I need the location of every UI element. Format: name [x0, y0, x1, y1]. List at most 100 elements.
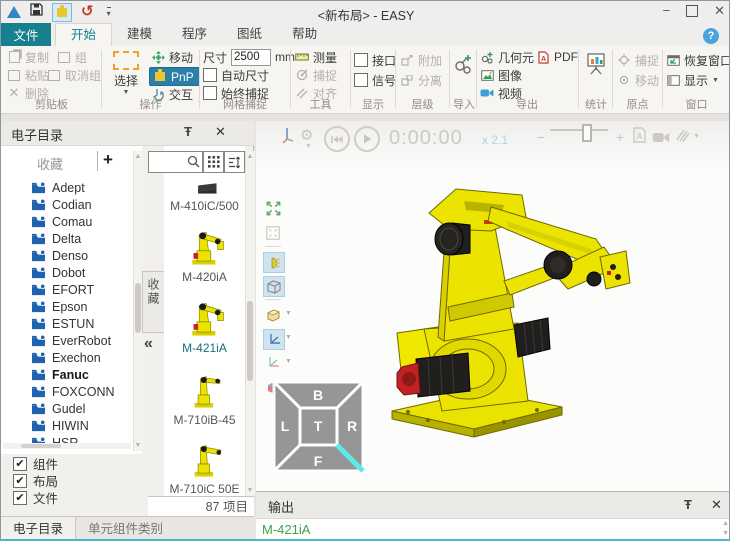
output-pin-icon[interactable]: Ŧ — [684, 497, 692, 512]
select-button[interactable]: 选择 ▼ — [105, 47, 147, 96]
group-button[interactable]: 组 — [57, 49, 87, 65]
tab-catalog[interactable]: 电子目录 — [1, 517, 76, 541]
auto-size-checkbox[interactable]: 自动尺寸 — [203, 67, 269, 83]
group-statistics: 统计 — [580, 46, 612, 113]
ungroup-button[interactable]: 取消组 — [47, 67, 101, 83]
export-geometry-button[interactable]: 几何元 — [480, 49, 534, 65]
tree-item[interactable]: EverRobot — [31, 332, 133, 349]
folder-icon — [31, 181, 46, 194]
tree-horizontal-scrollbar[interactable] — [3, 443, 131, 449]
robot-model-fanuc-m421ia[interactable] — [256, 121, 730, 491]
favorites-side-tab[interactable]: 收藏 — [142, 271, 165, 333]
group-tools: 测量 捕捉 对齐 工具 — [292, 46, 349, 113]
tree-item[interactable]: Comau — [31, 213, 133, 230]
output-title: 输出 — [268, 497, 294, 516]
group-grid-snap: 尺寸 mm 自动尺寸 始终捕捉 网格捕捉 — [201, 46, 289, 113]
filter-files-checkbox[interactable]: 文件 — [13, 488, 58, 507]
tab-drawing[interactable]: 图纸 — [222, 23, 277, 45]
copy-button[interactable]: 复制 — [7, 49, 49, 65]
list-item[interactable]: M-710iB-45 — [164, 365, 245, 427]
robot-thumbnail — [179, 365, 231, 411]
tab-file[interactable]: 文件 — [1, 23, 51, 46]
group-origin: 捕捉 移动 原点 — [614, 46, 661, 113]
tab-program[interactable]: 程序 — [167, 23, 222, 45]
interface-checkbox[interactable]: 接口 — [354, 52, 396, 68]
list-item[interactable]: M-420iA — [164, 222, 245, 284]
favorites-label: 收藏 — [37, 154, 63, 173]
grid-view-icon — [208, 156, 220, 168]
tree-item[interactable]: Epson — [31, 298, 133, 315]
group-icon — [57, 51, 71, 64]
tab-start[interactable]: 开始 — [55, 23, 112, 47]
tree-item[interactable]: EFORT — [31, 281, 133, 298]
pnp-button[interactable]: PnP — [149, 67, 200, 86]
add-favorite-button[interactable]: + — [103, 150, 113, 170]
paste-button[interactable]: 粘贴 — [7, 67, 49, 83]
export-image-button[interactable]: 图像 — [480, 67, 522, 83]
maximize-button[interactable] — [686, 5, 698, 17]
output-close-icon[interactable]: ✕ — [711, 497, 722, 513]
snap-button[interactable]: 捕捉 — [295, 67, 337, 83]
help-icon[interactable]: ? — [703, 28, 719, 44]
tree-item[interactable]: Exechon — [31, 349, 133, 366]
detach-button[interactable]: 分离 — [400, 72, 442, 88]
measure-button[interactable]: 测量 — [295, 49, 337, 65]
tab-help[interactable]: 帮助 — [277, 23, 332, 45]
select-dropdown-icon[interactable]: ▼ — [105, 89, 147, 96]
tree-item[interactable]: Denso — [31, 247, 133, 264]
application-window: ↺ ▾ <新布局> - EASY − ✕ 文件 开始 建模 程序 图纸 帮助 ?… — [0, 0, 730, 541]
sort-button[interactable] — [224, 151, 245, 173]
paste-icon — [7, 69, 21, 82]
tree-item[interactable]: Gudel — [31, 400, 133, 417]
tree-item[interactable]: Dobot — [31, 264, 133, 281]
statistics-chart-icon — [585, 52, 607, 76]
pin-icon[interactable]: Ŧ — [184, 124, 192, 139]
tab-cell-component-category[interactable]: 单元组件类别 — [76, 517, 175, 541]
components-checkbox-icon[interactable] — [13, 457, 27, 471]
tree-item-selected[interactable]: Fanuc — [31, 366, 133, 383]
list-item-selected[interactable]: M-421iA — [164, 293, 245, 355]
minimize-button[interactable]: − — [663, 4, 671, 18]
list-item[interactable]: M-710iC 50E — [164, 434, 245, 494]
thumbnail-scrollbar[interactable]: ▲ ▼ — [245, 151, 255, 496]
tree-item[interactable]: ESTUN — [31, 315, 133, 332]
layout-checkbox-icon[interactable] — [13, 474, 27, 488]
collapse-panel-button[interactable]: « — [144, 335, 153, 353]
display-window-icon — [666, 74, 680, 87]
grid-view-button[interactable] — [203, 151, 224, 173]
move-button[interactable]: 移动 — [151, 49, 193, 65]
tree-item[interactable]: Delta — [31, 230, 133, 247]
tree-item[interactable]: HIWIN — [31, 417, 133, 434]
interface-checkbox-icon[interactable] — [354, 53, 368, 67]
tree-item[interactable]: Adept — [31, 179, 133, 196]
statistics-button[interactable] — [580, 52, 612, 76]
tree-item[interactable]: FOXCONN — [31, 383, 133, 400]
manufacturer-tree: Adept Codian Comau Delta Denso Dobot EFO… — [31, 179, 133, 451]
search-input[interactable] — [148, 151, 203, 173]
viewport-3d[interactable]: ⚙ ▼ 0:00:00 x 2.1 − + A ▼ — [256, 121, 730, 491]
auto-size-checkbox-icon[interactable] — [203, 68, 217, 82]
display-dropdown-button[interactable]: 显示 ▼ — [666, 72, 719, 88]
list-item[interactable]: M-410iC/500 — [164, 176, 245, 213]
detach-icon — [400, 74, 414, 87]
panel-close-icon[interactable]: ✕ — [215, 124, 226, 140]
origin-snap-button[interactable]: 捕捉 — [617, 52, 659, 68]
ribbon-tab-row: 文件 开始 建模 程序 图纸 帮助 — [1, 23, 730, 47]
title-bar: ↺ ▾ <新布局> - EASY − ✕ — [1, 1, 730, 23]
files-checkbox-icon[interactable] — [13, 491, 27, 505]
grid-size-input[interactable] — [231, 49, 271, 66]
tree-item[interactable]: Codian — [31, 196, 133, 213]
select-icon — [113, 51, 139, 70]
signal-checkbox-icon[interactable] — [354, 73, 368, 87]
signal-checkbox[interactable]: 信号 — [354, 72, 396, 88]
origin-move-icon — [617, 74, 631, 87]
origin-move-button[interactable]: 移动 — [617, 72, 659, 88]
tab-model[interactable]: 建模 — [112, 23, 167, 45]
attach-button[interactable]: 附加 — [400, 52, 442, 68]
output-scrollbar[interactable]: ▲▼ — [722, 520, 729, 537]
close-button[interactable]: ✕ — [714, 4, 725, 18]
import-button[interactable] — [451, 52, 477, 76]
window-title: <新布局> - EASY — [1, 5, 730, 24]
export-pdf-button[interactable]: A PDF — [536, 49, 578, 65]
restore-window-button[interactable]: 恢复窗口 — [666, 52, 730, 68]
